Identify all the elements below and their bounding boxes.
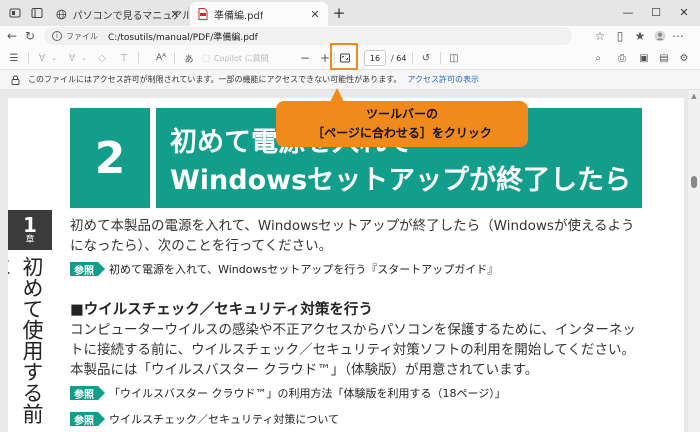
highlight-icon[interactable]: ∀: [34, 50, 50, 66]
page-total: / 64: [391, 53, 407, 63]
copilot-prompt-label[interactable]: Copilot に質問: [214, 50, 269, 66]
toolbar-separator: [412, 52, 413, 64]
address-bar[interactable]: i ファイル C:/tosutils/manual/PDF/準備編.pdf: [44, 27, 572, 45]
draw-icon[interactable]: ∀: [64, 50, 80, 66]
notice-message: このファイルにはアクセス許可が制限されています。一部の機能にアクセスできない可能…: [28, 75, 402, 84]
tab-separator: [188, 7, 189, 19]
page-view-icon[interactable]: ◫: [446, 50, 462, 66]
save-icon[interactable]: ▣: [636, 50, 652, 66]
lock-icon: [10, 75, 20, 85]
chevron-down-icon[interactable]: ⌄: [50, 50, 58, 66]
pdf-file-icon: [198, 8, 208, 20]
copilot-icon[interactable]: ◌: [200, 50, 212, 66]
vertical-scrollbar[interactable]: ▲: [688, 90, 700, 432]
view-permissions-link[interactable]: アクセス許可の表示: [407, 74, 479, 85]
side-vertical-text: 初めて使用する前に: [8, 256, 44, 424]
close-tab-icon[interactable]: ✕: [168, 7, 182, 21]
paragraph-line3: 本製品には「ウイルスバスター クラウド™」（体験版）が用意されています。: [70, 362, 539, 378]
reference-badge: 参照: [70, 412, 98, 427]
tab-strip: パソコンで見るマニュアル ✕ 準備編.pdf ✕ + — ☐ ✕: [0, 0, 700, 26]
toolbar-separator: [440, 52, 441, 64]
callout-pointer: [330, 88, 344, 102]
settings-icon[interactable]: ⚙: [676, 50, 692, 66]
tab-pdf[interactable]: 準備編.pdf ✕: [190, 2, 328, 26]
globe-icon: [56, 9, 67, 19]
reference-text: 「ウイルスバスター クラウド™」の利用方法「体験版を利用する（18ページ）」: [109, 387, 506, 400]
callout-line1: ツールバーの: [365, 107, 438, 121]
callout-line2: ［ページに合わせる］をクリック: [312, 126, 492, 140]
side-tab-number: 1: [23, 213, 37, 237]
back-icon[interactable]: ←: [4, 28, 20, 44]
paragraph-line1: コンピューターウイルスの感染や不正アクセスからパソコンを保護するために、インター…: [70, 322, 636, 338]
rotate-icon[interactable]: ↺: [418, 50, 434, 66]
reference-3: 参照 ウイルスチェック／セキュリティ対策について: [70, 411, 339, 427]
read-aloud-icon[interactable]: Aᴬ: [152, 50, 170, 66]
close-tab-icon[interactable]: ✕: [308, 7, 322, 21]
fit-to-page-highlight: [330, 43, 358, 70]
chapter-number: 2: [70, 108, 150, 208]
split-screen-icon[interactable]: ▯: [612, 28, 628, 44]
save-as-icon[interactable]: ▤: [656, 50, 672, 66]
toolbar-separator: [28, 52, 29, 64]
browser-window: パソコンで見るマニュアル ✕ 準備編.pdf ✕ + — ☐ ✕ ← ↻ i フ…: [0, 0, 700, 432]
translate-icon[interactable]: あ: [180, 50, 198, 66]
scrollbar-thumb[interactable]: [691, 176, 697, 188]
print-icon[interactable]: ⎙: [614, 50, 630, 66]
zoom-out-button[interactable]: −: [298, 50, 312, 66]
text-icon[interactable]: T: [116, 50, 132, 66]
search-icon[interactable]: ⌕: [590, 50, 606, 66]
table-of-contents-icon[interactable]: ☰: [6, 50, 22, 66]
toolbar-separator: [174, 52, 175, 64]
pdf-page: 2 初めて電源を入れて Windowsセットアップが終了したら 1 章 初めて使…: [8, 98, 684, 432]
reference-arrow-icon: [98, 262, 105, 276]
chevron-down-icon[interactable]: ⌄: [80, 50, 88, 66]
reference-arrow-icon: [98, 386, 105, 400]
scroll-up-icon[interactable]: ▲: [690, 92, 698, 100]
workspaces-icon[interactable]: [6, 4, 24, 22]
new-tab-button[interactable]: +: [330, 4, 348, 22]
info-icon[interactable]: i: [52, 31, 62, 41]
reference-2: 参照 「ウイルスバスター クラウド™」の利用方法「体験版を利用する（18ページ）…: [70, 385, 506, 401]
paragraph-line2: トに接続する前に、ウイルスチェック／セキュリティ対策ソフトの利用を開始してくださ…: [70, 342, 635, 358]
tab-manual[interactable]: パソコンで見るマニュアル ✕: [48, 2, 188, 26]
erase-icon[interactable]: ◇: [94, 50, 110, 66]
chapter-side-tab: 1 章: [8, 210, 52, 250]
intro-line1: 初めて本製品の電源を入れて、Windowsセットアップが終了したら（Window…: [70, 218, 635, 234]
tab-actions-icon[interactable]: [28, 4, 46, 22]
reference-badge: 参照: [70, 386, 98, 401]
reference-text: 初めて電源を入れて、Windowsセットアップを行う『スタートアップガイド』: [109, 263, 499, 276]
favorites-icon[interactable]: ★: [632, 28, 648, 44]
profile-avatar[interactable]: [652, 28, 668, 44]
scheme-label: ファイル: [66, 31, 98, 41]
reference-text: ウイルスチェック／セキュリティ対策について: [109, 413, 340, 426]
reference-1: 参照 初めて電源を入れて、Windowsセットアップを行う『スタートアップガイド…: [70, 261, 498, 277]
maximize-button[interactable]: ☐: [646, 3, 666, 21]
chapter-title-line2: Windowsセットアップが終了したら: [170, 165, 632, 196]
refresh-icon[interactable]: ↻: [22, 28, 38, 44]
restriction-notice: このファイルにはアクセス許可が制限されています。一部の機能にアクセスできない可能…: [0, 70, 700, 90]
url-text[interactable]: C:/tosutils/manual/PDF/準備編.pdf: [108, 30, 258, 43]
tab-title: 準備編.pdf: [214, 10, 264, 22]
instruction-callout: ツールバーの ［ページに合わせる］をクリック: [276, 101, 528, 147]
close-window-button[interactable]: ✕: [674, 3, 694, 21]
section-heading: ■ウイルスチェック／セキュリティ対策を行う: [70, 302, 373, 318]
toolbar-separator: [138, 52, 139, 64]
minimize-button[interactable]: —: [618, 3, 638, 21]
reference-badge: 参照: [70, 262, 98, 277]
page-number-input[interactable]: 16: [364, 50, 386, 66]
favorite-star-icon[interactable]: ☆: [592, 28, 608, 44]
reference-arrow-icon: [98, 412, 105, 426]
intro-line2: になったら）、次のことを行ってください。: [70, 238, 333, 254]
side-tab-label: 章: [25, 235, 35, 245]
more-options-icon[interactable]: ⋯: [670, 28, 686, 44]
